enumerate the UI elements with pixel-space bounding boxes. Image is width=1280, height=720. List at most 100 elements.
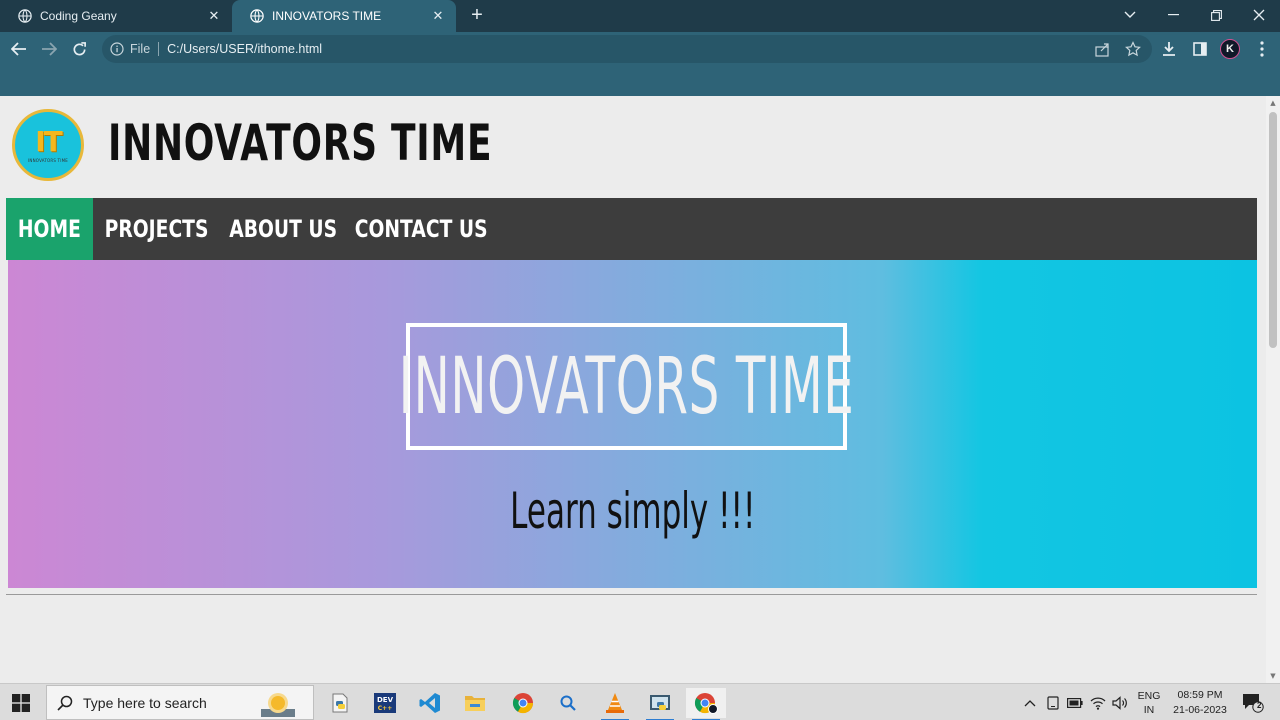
search-placeholder: Type here to search xyxy=(83,694,207,711)
nav-item-contact-us[interactable]: CONTACT US xyxy=(345,198,497,260)
nav-label: CONTACT US xyxy=(354,215,488,243)
taskbar-app-chrome-profile[interactable] xyxy=(686,688,726,720)
star-icon xyxy=(1125,41,1141,57)
chevron-down-icon xyxy=(1124,11,1136,18)
taskbar-app-vlc[interactable] xyxy=(595,688,635,720)
close-icon[interactable]: ✕ xyxy=(430,8,446,24)
arrow-right-icon xyxy=(42,42,57,56)
minimize-icon xyxy=(1167,14,1179,16)
taskbar-app-vscode[interactable] xyxy=(410,688,450,718)
url-text: C:/Users/USER/ithome.html xyxy=(167,42,323,56)
restore-icon xyxy=(1210,9,1222,21)
taskbar-app-file-explorer[interactable] xyxy=(455,688,495,718)
nav-item-projects[interactable]: PROJECTS xyxy=(93,198,221,260)
close-window-button[interactable] xyxy=(1239,0,1279,30)
vlc-cone-icon xyxy=(606,693,624,713)
tray-language[interactable]: ENG IN xyxy=(1134,684,1164,720)
nav-item-about-us[interactable]: ABOUT US xyxy=(221,198,345,260)
profile-button[interactable]: K xyxy=(1219,38,1241,60)
reload-button[interactable] xyxy=(68,38,90,60)
dev-cpp-icon: DEVC++ xyxy=(374,693,396,713)
nav-label: ABOUT US xyxy=(229,215,337,243)
windows-start-icon[interactable] xyxy=(12,694,30,712)
taskbar-app-search[interactable] xyxy=(548,688,588,718)
bookmark-button[interactable] xyxy=(1122,38,1144,60)
folder-icon xyxy=(465,696,485,711)
vscode-icon xyxy=(419,693,440,713)
scrollbar-thumb[interactable] xyxy=(1269,112,1277,348)
forward-button[interactable] xyxy=(38,38,60,60)
tray-volume-button[interactable] xyxy=(1110,684,1130,720)
logo-initials: IT xyxy=(35,124,62,158)
page-scrollbar[interactable]: ▲ ▼ xyxy=(1266,96,1280,683)
menu-button[interactable] xyxy=(1251,38,1273,60)
download-icon xyxy=(1163,42,1175,56)
share-button[interactable] xyxy=(1092,38,1114,60)
tray-wifi-button[interactable] xyxy=(1088,684,1108,720)
site-logo[interactable]: IT INNOVATORS TIME xyxy=(12,109,84,181)
python-file-icon xyxy=(332,693,348,713)
notification-count: 2 xyxy=(1257,701,1262,710)
tab-search-button[interactable] xyxy=(1110,0,1150,30)
address-separator xyxy=(158,42,160,56)
new-tab-button[interactable]: + xyxy=(466,4,488,26)
hero-banner: INNOVATORS TIME Learn simply !!! xyxy=(8,260,1257,588)
divider xyxy=(6,594,1257,595)
hero-title: INNOVATORS TIME xyxy=(398,341,855,432)
search-icon xyxy=(57,695,73,711)
avatar-initial: K xyxy=(1226,43,1234,55)
close-icon[interactable]: ✕ xyxy=(206,8,222,24)
taskbar-app-python-idle[interactable] xyxy=(320,688,360,718)
tab-coding-geany[interactable]: Coding Geany ✕ xyxy=(0,0,232,32)
scheme-label: File xyxy=(130,42,151,56)
svg-text:C++: C++ xyxy=(378,705,392,712)
language-code: ENG xyxy=(1137,689,1161,702)
kebab-menu-icon xyxy=(1260,41,1264,57)
windows-taskbar: Type here to search DEV C++ ENG IN 08:59… xyxy=(0,683,1280,720)
address-bar[interactable]: File C:/Users/USER/ithome.html xyxy=(102,35,1152,63)
scroll-down-icon[interactable]: ▼ xyxy=(1269,672,1277,680)
chevron-up-icon xyxy=(1024,699,1036,706)
close-icon xyxy=(1253,9,1265,21)
nav-label: PROJECTS xyxy=(105,215,209,243)
taskbar-app-chrome[interactable] xyxy=(503,688,543,718)
page-viewport: IT INNOVATORS TIME INNOVATORS TIME HOME … xyxy=(0,96,1266,683)
avatar: K xyxy=(1220,39,1240,59)
main-nav: HOME PROJECTS ABOUT US CONTACT US xyxy=(6,198,1257,260)
downloads-button[interactable] xyxy=(1158,38,1180,60)
side-panel-button[interactable] xyxy=(1189,38,1211,60)
taskbar-app-dev-cpp[interactable]: DEV C++ xyxy=(365,688,405,718)
nav-item-home[interactable]: HOME xyxy=(6,198,93,260)
back-button[interactable] xyxy=(8,38,30,60)
region-code: IN xyxy=(1143,703,1155,716)
scroll-up-icon[interactable]: ▲ xyxy=(1269,99,1277,107)
tablet-icon xyxy=(1047,695,1059,710)
reload-icon xyxy=(73,41,86,55)
chrome-icon xyxy=(512,693,534,714)
taskbar-app-python-editor[interactable] xyxy=(640,688,680,720)
tray-clock[interactable]: 08:59 PM 21-06-2023 xyxy=(1168,684,1232,720)
tray-overflow-button[interactable] xyxy=(1020,684,1040,720)
tray-battery-button[interactable] xyxy=(1065,684,1085,720)
tab-label: Coding Geany xyxy=(40,9,117,23)
tab-innovators-time[interactable]: INNOVATORS TIME ✕ xyxy=(232,0,456,32)
logo-caption: INNOVATORS TIME xyxy=(28,157,68,163)
minimize-button[interactable] xyxy=(1153,0,1193,30)
info-icon xyxy=(110,42,124,56)
magnifier-icon xyxy=(560,695,576,711)
hero-tagline: Learn simply !!! xyxy=(509,482,756,540)
restore-button[interactable] xyxy=(1196,0,1236,30)
chrome-profile-icon xyxy=(694,693,718,714)
hero-title-box: INNOVATORS TIME xyxy=(399,323,854,450)
svg-text:DEV: DEV xyxy=(377,696,394,704)
arrow-left-icon xyxy=(11,42,26,56)
wifi-icon xyxy=(1090,696,1106,710)
battery-icon xyxy=(1067,697,1083,708)
taskbar-search[interactable]: Type here to search xyxy=(46,685,314,720)
notification-center-button[interactable]: 2 xyxy=(1238,684,1268,720)
bookmark-bar xyxy=(0,66,1280,96)
tray-meet-button[interactable] xyxy=(1044,684,1062,720)
python-editor-icon xyxy=(650,695,670,710)
weather-sun-icon[interactable] xyxy=(261,689,295,717)
speaker-icon xyxy=(1112,695,1127,710)
